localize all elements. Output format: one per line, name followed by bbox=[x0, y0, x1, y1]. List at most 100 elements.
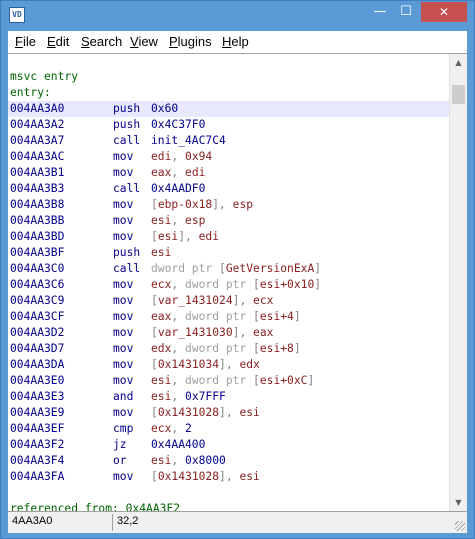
menu-file-label: ile bbox=[22, 34, 36, 49]
operand-token: 0x4C37F0 bbox=[151, 118, 206, 131]
instruction-mnemonic: mov bbox=[113, 310, 134, 323]
menu-bar: File Edit Search View Plugins Help bbox=[8, 31, 467, 53]
code-row[interactable]: 004AA3F4 or esi, 0x8000 bbox=[8, 453, 449, 469]
disassembly-view: msvc entry entry: referenced from: 0x4AA… bbox=[8, 53, 467, 511]
operand-token: edx bbox=[151, 342, 172, 355]
operand-token: 0x4AA400 bbox=[151, 438, 206, 451]
operand-token: [ bbox=[151, 470, 158, 483]
instruction-operands: 0x4AADF0 bbox=[151, 181, 205, 197]
title-bar[interactable]: VD — ☐ ✕ bbox=[1, 1, 474, 30]
app-icon[interactable]: VD bbox=[9, 7, 25, 23]
operand-token: esi bbox=[151, 390, 172, 403]
label-line[interactable]: entry: bbox=[8, 85, 449, 101]
scroll-thumb[interactable] bbox=[452, 85, 465, 104]
menu-help-label: elp bbox=[231, 34, 249, 49]
code-row[interactable]: 004AA3D7 mov edx, dword ptr [esi+8] bbox=[8, 341, 449, 357]
operand-token: esi+0xC bbox=[259, 374, 308, 387]
resize-grip-icon[interactable] bbox=[455, 521, 465, 531]
instruction-operands: [ebp-0x18], esp bbox=[151, 197, 253, 213]
instruction-mnemonic: mov bbox=[113, 326, 134, 339]
code-row[interactable]: 004AA3AC mov edi, 0x94 bbox=[8, 149, 449, 165]
code-row[interactable]: 004AA3F2 jz 0x4AA400 bbox=[8, 437, 449, 453]
operand-token: edx bbox=[239, 358, 260, 371]
code-row[interactable]: 004AA3C9 mov [var_1431024], ecx bbox=[8, 293, 449, 309]
menu-plugins-label: lugins bbox=[177, 34, 212, 49]
menu-view[interactable]: View bbox=[130, 34, 158, 49]
operand-token: [ bbox=[253, 278, 260, 291]
code-row[interactable]: 004AA3B1 mov eax, edi bbox=[8, 165, 449, 181]
operand-token: ebp-0x18 bbox=[157, 198, 213, 211]
operand-token: , bbox=[171, 422, 186, 435]
menu-search[interactable]: Search bbox=[81, 34, 122, 49]
instruction-mnemonic: push bbox=[113, 246, 141, 259]
instruction-operands: init_4AC7C4 bbox=[151, 133, 226, 149]
instruction-operands: ecx, dword ptr [esi+0x10] bbox=[151, 277, 321, 293]
code-area[interactable]: msvc entry entry: referenced from: 0x4AA… bbox=[8, 54, 449, 511]
code-row[interactable]: 004AA3BD mov [esi], edi bbox=[8, 229, 449, 245]
scroll-up-arrow-icon[interactable]: ▲ bbox=[450, 54, 467, 71]
menu-edit[interactable]: Edit bbox=[47, 34, 69, 49]
operand-token: dword ptr bbox=[185, 310, 254, 323]
operand-token: [ bbox=[253, 374, 260, 387]
status-position: 32,2 bbox=[117, 515, 139, 527]
instruction-mnemonic: mov bbox=[113, 374, 134, 387]
instruction-mnemonic: call bbox=[113, 262, 141, 275]
code-row[interactable]: 004AA3B8 mov [ebp-0x18], esp bbox=[8, 197, 449, 213]
operand-token: , bbox=[171, 390, 186, 403]
operand-token: , bbox=[171, 166, 186, 179]
instruction-mnemonic: mov bbox=[113, 230, 134, 243]
operand-token: edi bbox=[198, 230, 220, 243]
code-row[interactable]: 004AA3FA mov [0x1431028], esi bbox=[8, 469, 449, 485]
instruction-mnemonic: mov bbox=[113, 214, 134, 227]
xref-text: referenced from: 0x4AA3F2 bbox=[10, 502, 181, 511]
instruction-mnemonic: call bbox=[113, 134, 141, 147]
operand-token: ], bbox=[232, 294, 254, 307]
code-row[interactable]: 004AA3B3 call 0x4AADF0 bbox=[8, 181, 449, 197]
menu-help[interactable]: Help bbox=[222, 34, 249, 49]
code-row[interactable]: 004AA3BF push esi bbox=[8, 245, 449, 261]
label-line[interactable]: msvc entry bbox=[8, 69, 449, 85]
operand-token: esi+4 bbox=[259, 310, 294, 323]
code-row[interactable]: 004AA3C0 call dword ptr [GetVersionExA] bbox=[8, 261, 449, 277]
code-row[interactable]: 004AA3CF mov eax, dword ptr [esi+4] bbox=[8, 309, 449, 325]
code-row[interactable]: 004AA3DA mov [0x1431034], edx bbox=[8, 357, 449, 373]
code-row[interactable]: 004AA3A0 push 0x60 bbox=[8, 101, 449, 117]
instruction-mnemonic: mov bbox=[113, 150, 134, 163]
close-button[interactable]: ✕ bbox=[421, 2, 467, 22]
code-row[interactable]: 004AA3A2 push 0x4C37F0 bbox=[8, 117, 449, 133]
instruction-mnemonic: mov bbox=[113, 198, 134, 211]
operand-token: [ bbox=[151, 198, 158, 211]
instruction-address: 004AA3CF bbox=[10, 310, 65, 323]
code-row[interactable]: 004AA3C6 mov ecx, dword ptr [esi+0x10] bbox=[8, 277, 449, 293]
instruction-operands: [0x1431034], edx bbox=[151, 357, 260, 373]
scroll-down-arrow-icon[interactable]: ▼ bbox=[450, 494, 467, 511]
instruction-operands: 0x4AA400 bbox=[151, 437, 205, 453]
code-row[interactable]: 004AA3D2 mov [var_1431030], eax bbox=[8, 325, 449, 341]
operand-token: ] bbox=[307, 374, 315, 387]
instruction-address: 004AA3E3 bbox=[10, 390, 65, 403]
operand-token: 0x1431028 bbox=[157, 406, 220, 419]
operand-token: ], bbox=[219, 358, 240, 371]
code-row[interactable]: 004AA3EF cmp ecx, 2 bbox=[8, 421, 449, 437]
menu-plugins[interactable]: Plugins bbox=[169, 34, 212, 49]
vertical-scrollbar[interactable]: ▲ ▼ bbox=[449, 54, 467, 511]
maximize-button[interactable]: ☐ bbox=[393, 2, 419, 22]
minimize-button[interactable]: — bbox=[367, 2, 393, 22]
code-row[interactable]: 004AA3A7 call init_4AC7C4 bbox=[8, 133, 449, 149]
operand-token: , bbox=[171, 454, 186, 467]
operand-token: ] bbox=[293, 310, 301, 323]
instruction-address: 004AA3A7 bbox=[10, 134, 65, 147]
instruction-mnemonic: push bbox=[113, 102, 141, 115]
code-row[interactable]: 004AA3BB mov esi, esp bbox=[8, 213, 449, 229]
xref-line[interactable]: referenced from: 0x4AA3F2 bbox=[8, 501, 449, 511]
menu-file[interactable]: File bbox=[15, 34, 36, 49]
code-row[interactable]: 004AA3E0 mov esi, dword ptr [esi+0xC] bbox=[8, 373, 449, 389]
operand-token: 0x60 bbox=[151, 102, 179, 115]
code-row[interactable]: 004AA3E9 mov [0x1431028], esi bbox=[8, 405, 449, 421]
instruction-address: 004AA3AC bbox=[10, 150, 65, 163]
operand-token: 0x1431028 bbox=[157, 470, 220, 483]
instruction-operands: edx, dword ptr [esi+8] bbox=[151, 341, 301, 357]
operand-token: ], bbox=[219, 406, 240, 419]
code-row[interactable]: 004AA3E3 and esi, 0x7FFF bbox=[8, 389, 449, 405]
operand-token: , bbox=[171, 278, 186, 291]
